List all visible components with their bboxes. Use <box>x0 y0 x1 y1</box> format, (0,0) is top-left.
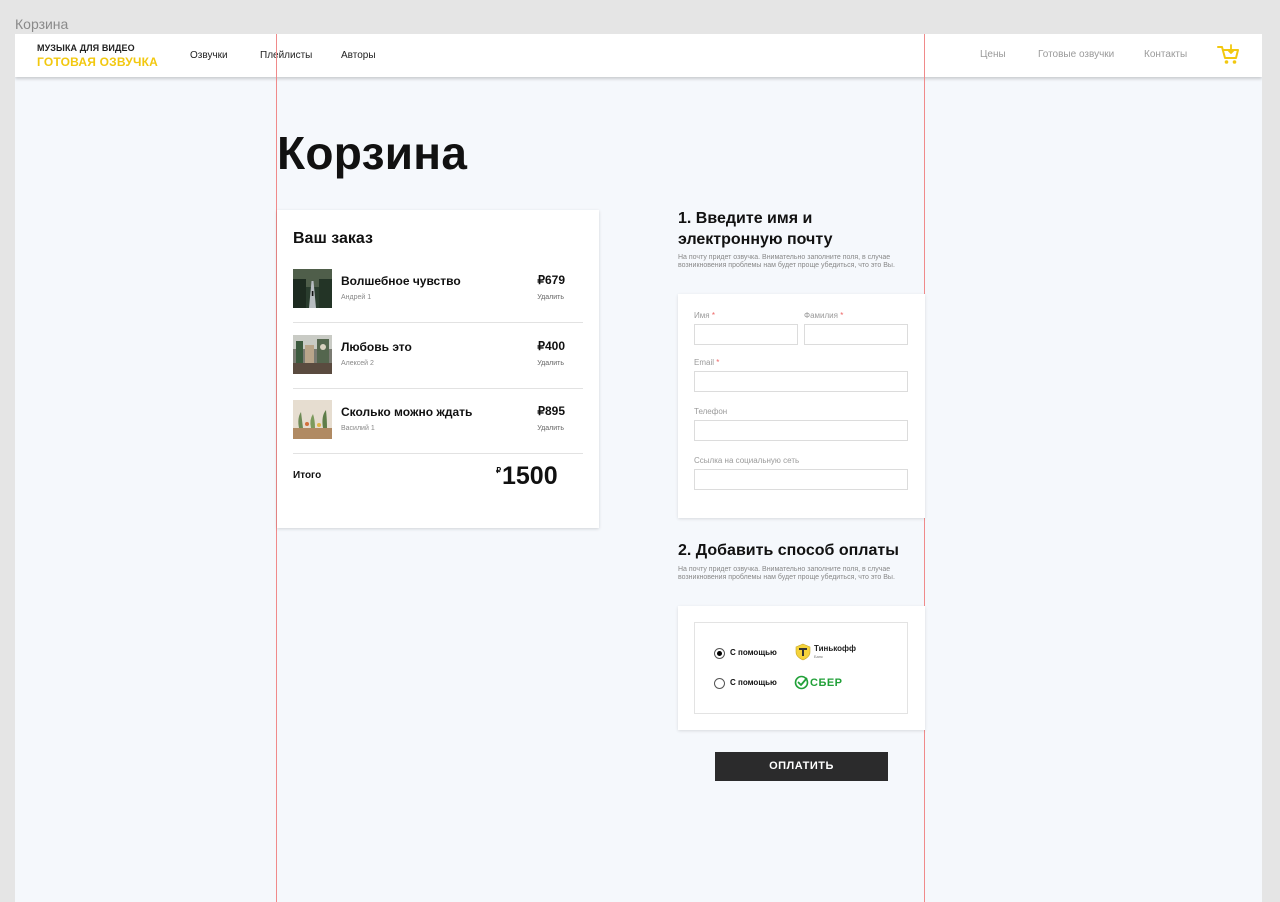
radio-tinkoff[interactable] <box>714 648 725 659</box>
nav-link-playlists[interactable]: Плейлисты <box>260 50 312 61</box>
contact-section-description: На почту придет озвучка. Внимательно зап… <box>678 254 895 269</box>
frame-label: Корзина <box>15 16 69 32</box>
payment-section-title: 2. Добавить способ оплаты <box>678 542 899 559</box>
page-title: Корзина <box>277 127 468 179</box>
order-item: Волшебное чувство Андрей 1 ₽679 Удалить <box>293 269 583 335</box>
cart-icon[interactable] <box>1217 44 1241 66</box>
item-thumbnail <box>293 400 332 439</box>
item-price: ₽895 <box>537 404 565 418</box>
email-label: Email * <box>694 358 719 367</box>
pay-button[interactable]: ОПЛАТИТЬ <box>715 752 888 781</box>
order-title: Ваш заказ <box>293 230 373 247</box>
payment-option-label: С помощью <box>730 648 777 657</box>
item-price: ₽400 <box>537 339 565 353</box>
order-item: Любовь это Алексей 2 ₽400 Удалить <box>293 335 583 401</box>
item-price: ₽679 <box>537 273 565 287</box>
contact-section-title: 1. Введите имя и электронную почту <box>678 210 833 248</box>
total-currency-symbol: ₽ <box>496 466 502 475</box>
last-name-label: Фамилия * <box>804 311 843 320</box>
phone-label: Телефон <box>694 407 728 416</box>
social-link-label: Ссылка на социальную сеть <box>694 456 800 465</box>
sber-logo: СБЕР <box>794 675 864 691</box>
item-thumbnail <box>293 335 332 374</box>
item-divider <box>293 453 583 454</box>
total-label: Итого <box>293 470 322 481</box>
contact-form-card: Имя * Фамилия * Email * Телефон Ссылка н… <box>678 294 925 518</box>
tinkoff-sub: Банк <box>814 654 823 659</box>
email-input[interactable] <box>694 371 908 392</box>
item-author: Андрей 1 <box>341 294 372 301</box>
item-name: Сколько можно ждать <box>341 405 473 419</box>
required-mark: * <box>711 311 715 320</box>
item-author: Алексей 2 <box>341 360 374 367</box>
item-divider <box>293 322 583 323</box>
tinkoff-name: Тинькофф <box>814 644 857 653</box>
item-divider <box>293 388 583 389</box>
item-name: Волшебное чувство <box>341 274 461 288</box>
required-mark: * <box>716 358 720 367</box>
nav-link-prices[interactable]: Цены <box>980 49 1006 60</box>
tinkoff-logo: Тинькофф Банк <box>794 643 857 661</box>
cart-page-frame: МУЗЫКА ДЛЯ ВИДЕО ГОТОВАЯ ОЗВУЧКА Озвучки… <box>15 34 1262 902</box>
required-mark: * <box>840 311 844 320</box>
remove-item-link[interactable]: Удалить <box>537 425 564 432</box>
remove-item-link[interactable]: Удалить <box>537 360 564 367</box>
order-summary-card: Ваш заказ Волшебное чувство Андрей 1 ₽67… <box>277 210 599 528</box>
logo-top-text: МУЗЫКА ДЛЯ ВИДЕО <box>37 43 135 53</box>
nav-link-contacts[interactable]: Контакты <box>1144 49 1187 60</box>
payment-option-label: С помощью <box>730 678 777 687</box>
logo-bottom-text: ГОТОВАЯ ОЗВУЧКА <box>37 55 158 69</box>
item-name: Любовь это <box>341 340 412 354</box>
first-name-label-text: Имя <box>694 311 710 320</box>
nav-link-authors[interactable]: Авторы <box>341 50 376 61</box>
nav-link-ready-voiceovers[interactable]: Готовые озвучки <box>1038 49 1114 60</box>
item-author: Василий 1 <box>341 425 375 432</box>
item-thumbnail <box>293 269 332 308</box>
first-name-label: Имя * <box>694 311 715 320</box>
total-value: 1500 <box>502 462 558 490</box>
payment-options-box: С помощью Тинькофф Банк С помощью СБЕР <box>694 622 908 714</box>
order-item: Сколько можно ждать Василий 1 ₽895 Удали… <box>293 400 583 466</box>
first-name-input[interactable] <box>694 324 798 345</box>
sber-name: СБЕР <box>810 677 843 689</box>
last-name-label-text: Фамилия <box>804 311 838 320</box>
payment-section-description: На почту придет озвучка. Внимательно зап… <box>678 566 895 581</box>
phone-input[interactable] <box>694 420 908 441</box>
top-navbar: МУЗЫКА ДЛЯ ВИДЕО ГОТОВАЯ ОЗВУЧКА Озвучки… <box>15 34 1262 77</box>
radio-sber[interactable] <box>714 678 725 689</box>
site-logo[interactable]: МУЗЫКА ДЛЯ ВИДЕО ГОТОВАЯ ОЗВУЧКА <box>37 43 158 69</box>
social-link-input[interactable] <box>694 469 908 490</box>
email-label-text: Email <box>694 358 715 367</box>
payment-methods-card: С помощью Тинькофф Банк С помощью СБЕР <box>678 606 925 730</box>
last-name-input[interactable] <box>804 324 908 345</box>
remove-item-link[interactable]: Удалить <box>537 294 564 301</box>
nav-link-voiceovers[interactable]: Озвучки <box>190 50 228 61</box>
